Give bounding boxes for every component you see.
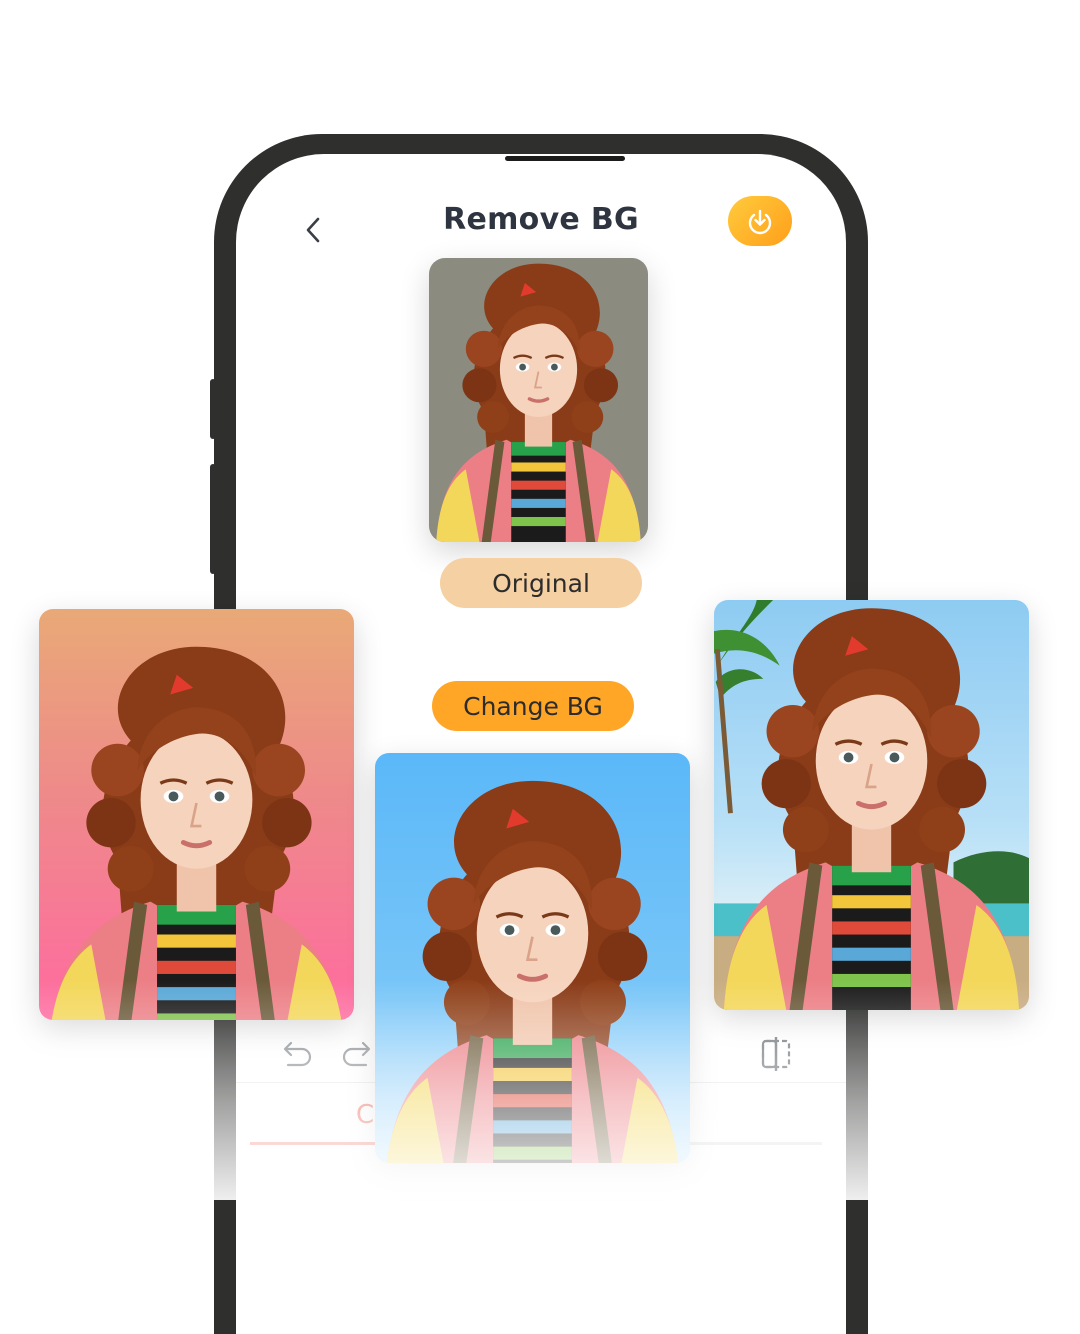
download-button[interactable] [728, 196, 792, 246]
phone-side-button [210, 379, 216, 439]
redo-icon [342, 1041, 371, 1067]
sample-card-blue[interactable] [375, 753, 690, 1163]
original-photo[interactable] [429, 258, 648, 542]
sample-card-beach[interactable] [714, 600, 1029, 1010]
undo-icon [283, 1041, 312, 1067]
portrait-image [39, 609, 354, 1020]
compare-button[interactable] [756, 1034, 796, 1074]
original-label: Original [440, 558, 642, 608]
tab-inactive-indicator [676, 1142, 822, 1145]
undo-button[interactable] [276, 1034, 316, 1074]
change-bg-label: Change BG [432, 681, 634, 731]
speaker-grille [505, 156, 625, 161]
phone-side-button [210, 464, 216, 574]
redo-button[interactable] [338, 1034, 378, 1074]
beach-scene [714, 600, 1029, 1010]
portrait-image [375, 753, 690, 1163]
portrait-image [434, 261, 643, 542]
tab-cutout[interactable]: C [356, 1100, 374, 1130]
compare-icon [761, 1037, 791, 1071]
download-icon [748, 209, 772, 235]
sample-card-gradient[interactable] [39, 609, 354, 1020]
